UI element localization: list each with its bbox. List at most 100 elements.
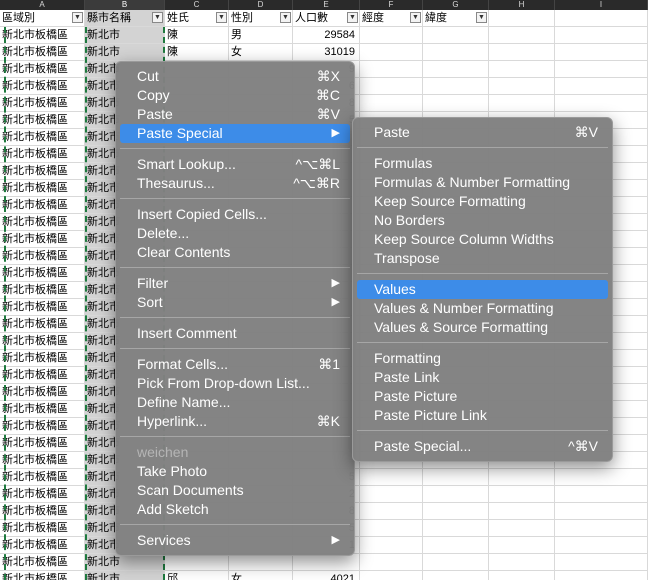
menu-item-add-sketch[interactable]: Add Sketch: [120, 500, 350, 519]
cell[interactable]: [423, 520, 489, 537]
menu-item-paste-link[interactable]: Paste Link: [357, 368, 608, 387]
cell[interactable]: 新北市板橋區: [0, 282, 85, 299]
cell[interactable]: 新北市板橋區: [0, 418, 85, 435]
filter-dropdown-icon[interactable]: ▼: [72, 12, 83, 23]
cell[interactable]: 29584: [293, 27, 360, 44]
menu-item-hyperlink[interactable]: Hyperlink... ⌘K: [120, 412, 350, 431]
menu-item-keep-source-formatting[interactable]: Keep Source Formatting: [357, 192, 608, 211]
menu-item-formulas[interactable]: Formulas: [357, 154, 608, 173]
column-header-g[interactable]: G: [423, 0, 489, 10]
cell[interactable]: [489, 469, 555, 486]
cell[interactable]: 新北市板橋區: [0, 299, 85, 316]
cell[interactable]: [489, 61, 555, 78]
cell[interactable]: [423, 44, 489, 61]
cell[interactable]: [489, 78, 555, 95]
cell[interactable]: [555, 520, 648, 537]
column-header-d[interactable]: D: [229, 0, 293, 10]
cell[interactable]: 新北市板橋區: [0, 384, 85, 401]
menu-item-values-source-formatting[interactable]: Values & Source Formatting: [357, 318, 608, 337]
menu-item-format-cells[interactable]: Format Cells... ⌘1: [120, 355, 350, 374]
cell[interactable]: 新北市: [85, 554, 165, 571]
cell[interactable]: [293, 554, 360, 571]
cell[interactable]: [489, 537, 555, 554]
cell[interactable]: [489, 27, 555, 44]
cell[interactable]: [360, 469, 423, 486]
cell[interactable]: [555, 27, 648, 44]
menu-item-paste-special[interactable]: Paste Special... ^⌘V: [357, 437, 608, 456]
cell[interactable]: 陳: [165, 27, 229, 44]
cell[interactable]: 新北市板橋區: [0, 44, 85, 61]
column-header-e[interactable]: E: [293, 0, 360, 10]
filter-dropdown-icon[interactable]: ▼: [152, 12, 163, 23]
menu-item-insert-copied-cells[interactable]: Insert Copied Cells...: [120, 205, 350, 224]
cell[interactable]: [489, 95, 555, 112]
cell[interactable]: [555, 554, 648, 571]
column-header-i[interactable]: I: [555, 0, 648, 10]
cell[interactable]: 新北市: [85, 571, 165, 580]
cell[interactable]: [489, 44, 555, 61]
filter-dropdown-icon[interactable]: ▼: [280, 12, 291, 23]
cell[interactable]: [360, 27, 423, 44]
cell[interactable]: [360, 503, 423, 520]
cell[interactable]: [360, 537, 423, 554]
cell[interactable]: 新北市板橋區: [0, 180, 85, 197]
cell[interactable]: 男: [229, 27, 293, 44]
menu-item-filter[interactable]: Filter ▶: [120, 274, 350, 293]
cell[interactable]: 31019: [293, 44, 360, 61]
menu-item-cut[interactable]: Cut ⌘X: [120, 67, 350, 86]
cell[interactable]: [489, 554, 555, 571]
menu-item-sort[interactable]: Sort ▶: [120, 293, 350, 312]
cell[interactable]: 新北市板橋區: [0, 554, 85, 571]
cell[interactable]: [423, 503, 489, 520]
cell[interactable]: [360, 520, 423, 537]
cell[interactable]: 新北市板橋區: [0, 401, 85, 418]
cell[interactable]: [489, 503, 555, 520]
column-header-b[interactable]: B: [85, 0, 165, 10]
cell[interactable]: [555, 78, 648, 95]
cell[interactable]: [423, 95, 489, 112]
cell[interactable]: [555, 486, 648, 503]
menu-item-insert-comment[interactable]: Insert Comment: [120, 324, 350, 343]
cell[interactable]: [360, 44, 423, 61]
cell[interactable]: [489, 571, 555, 580]
filter-dropdown-icon[interactable]: ▼: [410, 12, 421, 23]
cell[interactable]: [423, 537, 489, 554]
menu-item-take-photo[interactable]: Take Photo: [120, 462, 350, 481]
menu-item-paste-picture-link[interactable]: Paste Picture Link: [357, 406, 608, 425]
cell[interactable]: 新北市板橋區: [0, 112, 85, 129]
cell[interactable]: 新北市板橋區: [0, 197, 85, 214]
cell[interactable]: [555, 95, 648, 112]
menu-item-formatting[interactable]: Formatting: [357, 349, 608, 368]
cell[interactable]: 女: [229, 571, 293, 580]
cell[interactable]: [489, 486, 555, 503]
cell[interactable]: [555, 537, 648, 554]
cell[interactable]: [360, 486, 423, 503]
menu-item-values[interactable]: Values: [357, 280, 608, 299]
menu-item-no-borders[interactable]: No Borders: [357, 211, 608, 230]
menu-item-define-name[interactable]: Define Name...: [120, 393, 350, 412]
cell[interactable]: [423, 554, 489, 571]
cell[interactable]: 新北市: [85, 27, 165, 44]
cell[interactable]: 新北市: [85, 44, 165, 61]
cell[interactable]: 4021: [293, 571, 360, 580]
column-header-a[interactable]: A: [0, 0, 85, 10]
cell[interactable]: 陳: [165, 44, 229, 61]
cell[interactable]: [423, 61, 489, 78]
cell[interactable]: 新北市板橋區: [0, 435, 85, 452]
menu-item-paste[interactable]: Paste ⌘V: [357, 123, 608, 142]
filter-dropdown-icon[interactable]: ▼: [476, 12, 487, 23]
cell[interactable]: [165, 554, 229, 571]
cell[interactable]: [423, 78, 489, 95]
cell[interactable]: 新北市板橋區: [0, 486, 85, 503]
cell[interactable]: 新北市板橋區: [0, 95, 85, 112]
cell[interactable]: 新北市板橋區: [0, 129, 85, 146]
menu-item-scan-documents[interactable]: Scan Documents: [120, 481, 350, 500]
menu-item-smart-lookup[interactable]: Smart Lookup... ^⌥⌘L: [120, 155, 350, 174]
cell[interactable]: 新北市板橋區: [0, 146, 85, 163]
cell[interactable]: [555, 571, 648, 580]
column-header-f[interactable]: F: [360, 0, 423, 10]
menu-item-thesaurus[interactable]: Thesaurus... ^⌥⌘R: [120, 174, 350, 193]
cell[interactable]: 新北市板橋區: [0, 520, 85, 537]
cell[interactable]: 新北市板橋區: [0, 316, 85, 333]
cell[interactable]: [360, 95, 423, 112]
